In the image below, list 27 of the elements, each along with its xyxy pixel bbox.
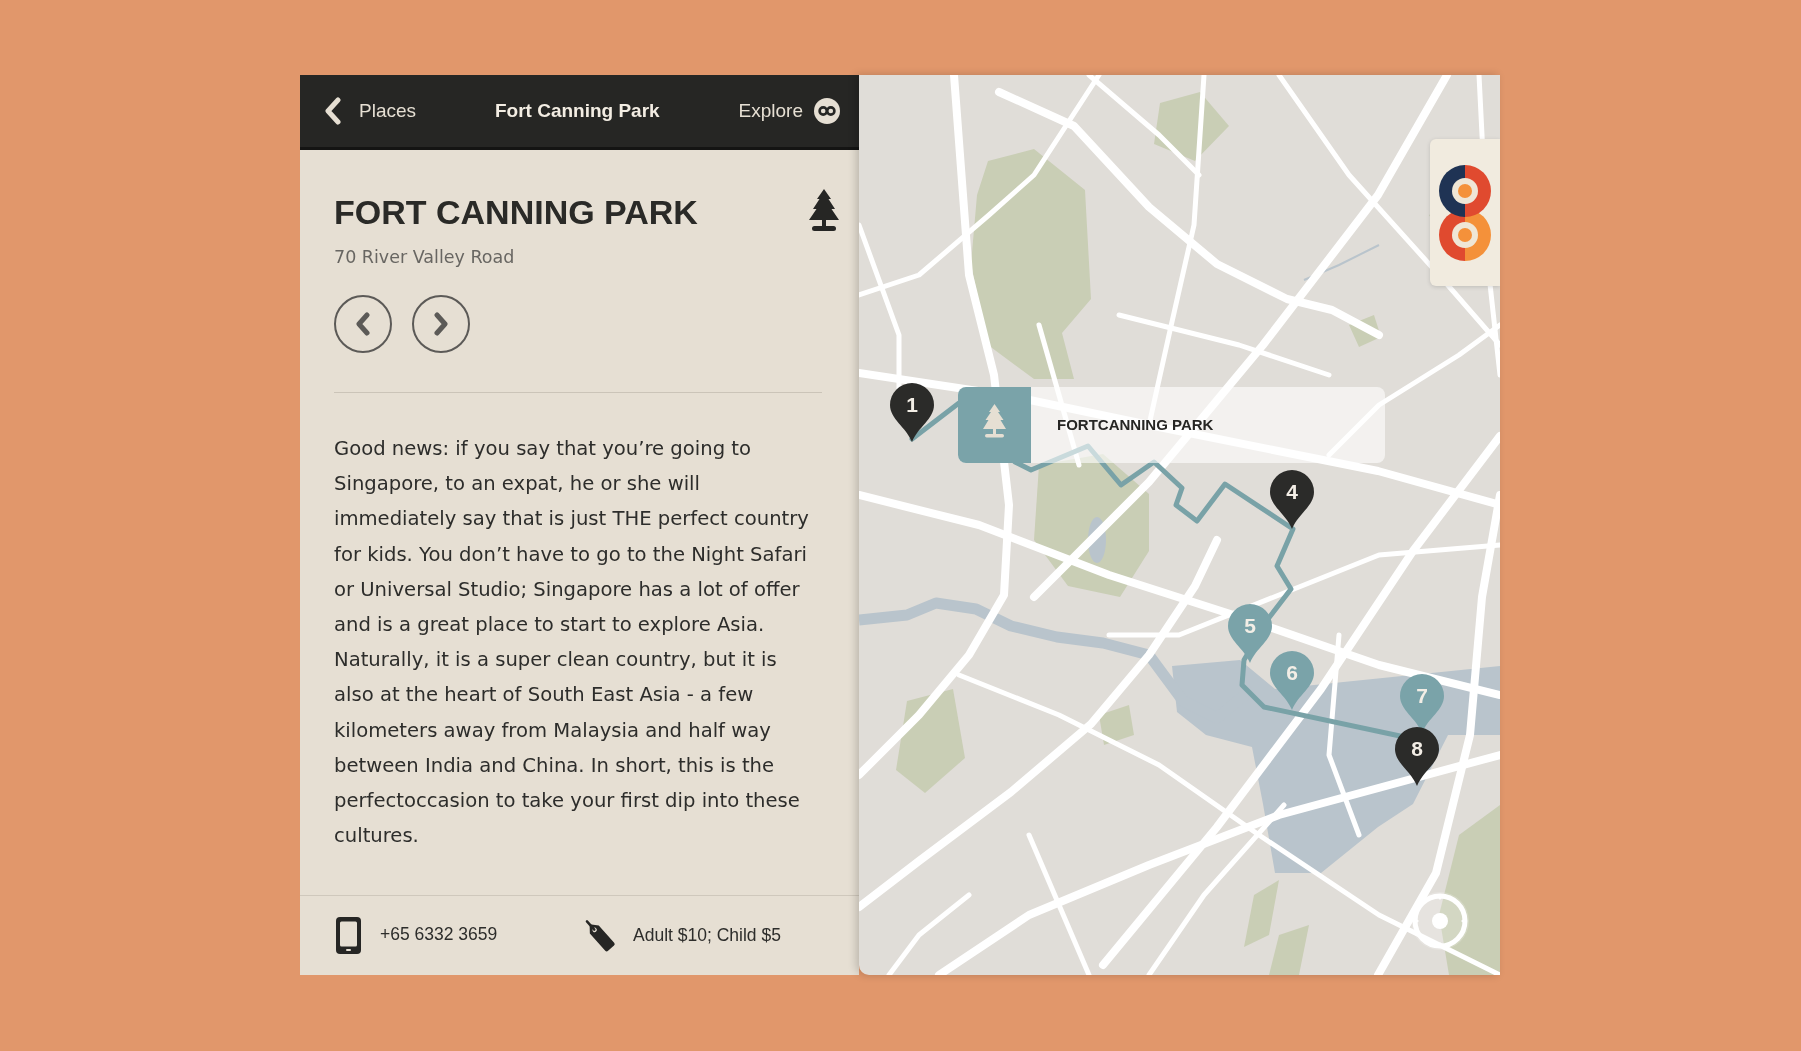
place-title: FORT CANNING PARK bbox=[334, 192, 698, 232]
explore-button[interactable]: Explore bbox=[738, 91, 840, 131]
admission-price: Adult $10; Child $5 bbox=[633, 924, 781, 948]
previous-button[interactable] bbox=[334, 295, 392, 353]
park-area bbox=[1099, 705, 1134, 745]
back-button[interactable]: Places bbox=[324, 91, 417, 131]
crosshair-icon bbox=[1411, 892, 1469, 950]
popup-title: FORTCANNING PARK bbox=[1057, 414, 1214, 435]
place-address: 70 River Valley Road bbox=[334, 246, 516, 269]
chevron-right-icon bbox=[433, 312, 449, 336]
park-area bbox=[1269, 925, 1309, 975]
description-paragraph: Good news: if you say that you’re going to Singapore, to an expat, he or she will immediately say that is just THE perfect country for kids. You don’t have to go to the Night Safari or Universal Studio; Singapore has a lot of offer and is a great place to start to explore Asia. Naturally, it is a super clean country, but it is also at the heart of South East Asia - a few kilometers away from Malaysia and half way between India and China. In short, this is the perfectoccasion to take your first dip into these cultures. bbox=[334, 436, 810, 850]
pine-tree-icon bbox=[958, 387, 1031, 463]
smartphone-icon bbox=[336, 917, 361, 954]
map-popup[interactable]: FORTCANNING PARK bbox=[958, 387, 1385, 463]
park-area bbox=[1244, 880, 1279, 947]
price-tag-icon bbox=[584, 917, 617, 954]
chevron-left-icon bbox=[355, 312, 371, 336]
pond bbox=[1088, 517, 1106, 563]
next-button[interactable] bbox=[412, 295, 470, 353]
chevron-left-icon bbox=[324, 97, 342, 125]
pine-tree-icon bbox=[809, 189, 839, 232]
header-title: Fort Canning Park bbox=[494, 98, 660, 123]
phone-number: +65 6332 3659 bbox=[380, 922, 498, 946]
park-area bbox=[1349, 315, 1381, 347]
ring-logo-icon bbox=[1439, 164, 1491, 261]
infinity-icon bbox=[814, 98, 840, 124]
